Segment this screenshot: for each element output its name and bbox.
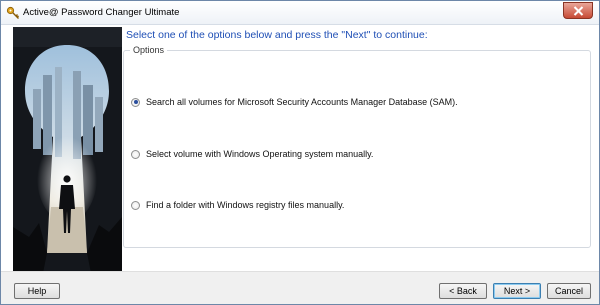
back-button[interactable]: < Back bbox=[439, 283, 487, 299]
close-icon bbox=[573, 6, 584, 16]
window-title: Active@ Password Changer Ultimate bbox=[23, 7, 180, 18]
keyhole-illustration bbox=[13, 27, 122, 273]
option-label: Find a folder with Windows registry file… bbox=[146, 200, 345, 210]
button-bar: Help < Back Next > Cancel bbox=[1, 271, 599, 304]
close-button[interactable] bbox=[563, 2, 593, 19]
help-button[interactable]: Help bbox=[14, 283, 60, 299]
radio-button[interactable] bbox=[131, 200, 140, 210]
option-search-all-volumes[interactable]: Search all volumes for Microsoft Securit… bbox=[131, 95, 458, 109]
options-group-label: Options bbox=[130, 45, 168, 55]
radio-button[interactable] bbox=[131, 97, 140, 107]
instruction-text: Select one of the options below and pres… bbox=[126, 29, 428, 41]
content-area: Select one of the options below and pres… bbox=[1, 25, 599, 273]
option-find-registry-folder[interactable]: Find a folder with Windows registry file… bbox=[131, 198, 344, 212]
option-label: Select volume with Windows Operating sys… bbox=[146, 149, 374, 159]
cancel-button[interactable]: Cancel bbox=[547, 283, 591, 299]
option-select-volume-manually[interactable]: Select volume with Windows Operating sys… bbox=[131, 147, 373, 161]
wizard-window: Active@ Password Changer Ultimate Select… bbox=[0, 0, 600, 305]
key-app-icon bbox=[6, 6, 20, 20]
option-label: Search all volumes for Microsoft Securit… bbox=[146, 97, 458, 107]
options-group: Options Search all volumes for Microsoft… bbox=[123, 45, 591, 248]
next-button[interactable]: Next > bbox=[493, 283, 541, 299]
radio-button[interactable] bbox=[131, 149, 140, 159]
title-bar[interactable]: Active@ Password Changer Ultimate bbox=[1, 1, 599, 25]
